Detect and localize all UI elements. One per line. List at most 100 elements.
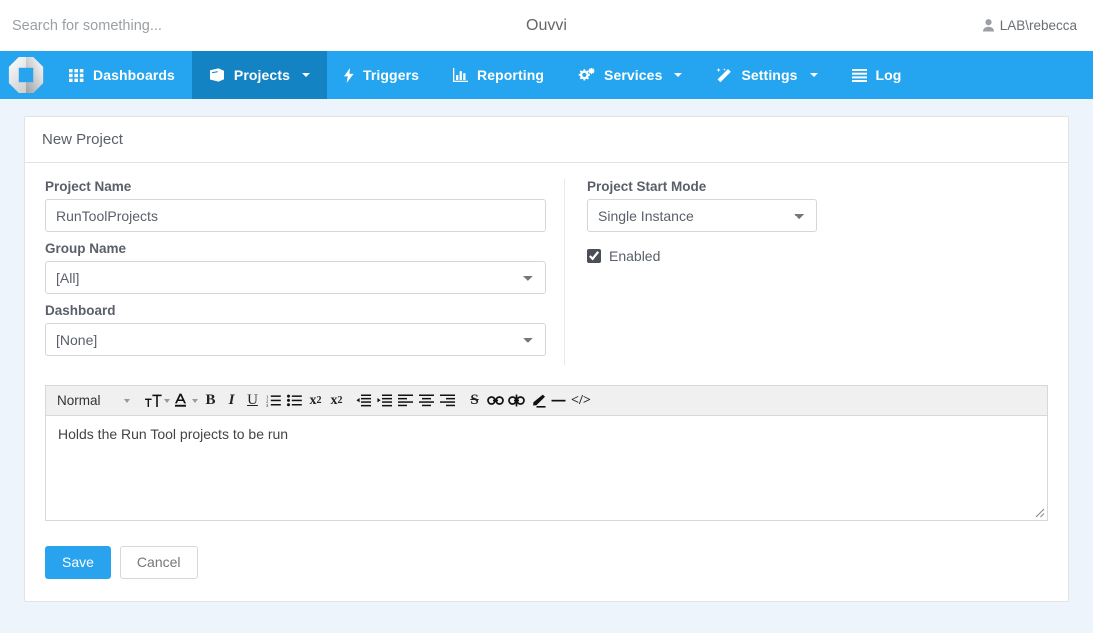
form-columns: Project Name Group Name [All] Dashboard … [45,179,1048,365]
dashboard-select[interactable]: [None] [45,323,546,356]
align-left-icon [398,394,413,407]
code-view-button[interactable]: </> [569,388,593,413]
align-center-icon [419,394,434,407]
group-name-select[interactable]: [All] [45,261,546,294]
field-start-mode: Project Start Mode Single Instance [587,179,1048,232]
font-size-button[interactable] [143,388,172,413]
unordered-list-icon [287,394,302,407]
chevron-down-icon [674,73,683,77]
start-mode-select[interactable]: Single Instance [587,199,817,232]
user-name: LAB\rebecca [999,18,1077,33]
nav-label-reporting: Reporting [477,67,545,83]
text-color-icon [175,393,186,407]
grid-icon [69,68,84,82]
link-button[interactable] [485,388,506,413]
strikethrough-button[interactable]: S [464,388,485,413]
nav-item-settings[interactable]: Settings [699,51,834,99]
horizontal-rule-button[interactable] [548,388,569,413]
nav-label-dashboards: Dashboards [93,67,175,83]
italic-button[interactable]: I [221,388,242,413]
panel-title: New Project [25,117,1068,163]
bar-chart-icon [453,68,469,82]
project-name-label: Project Name [45,179,132,194]
outdent-button[interactable] [353,388,374,413]
paragraph-style-caret[interactable] [116,388,137,413]
nav-label-services: Services [604,67,663,83]
magic-wand-icon [717,67,732,82]
top-bar: Ouvvi LAB\rebecca [0,0,1093,51]
brand-logo[interactable] [0,51,52,99]
paragraph-style-dropdown[interactable]: Normal [52,388,116,413]
nav-label-projects: Projects [233,67,290,83]
save-button[interactable]: Save [45,546,111,580]
cancel-button[interactable]: Cancel [119,546,198,580]
description-textarea[interactable]: Holds the Run Tool projects to be run [45,416,1048,521]
svg-text:3: 3 [266,403,269,407]
ouvvi-logo-icon [8,57,44,93]
ordered-list-button[interactable]: 1 2 3 [263,388,284,413]
content-area: New Project Project Name Group Name [All… [0,99,1093,603]
book-icon [209,68,224,82]
align-right-button[interactable] [437,388,458,413]
unordered-list-button[interactable] [284,388,305,413]
ordered-list-icon: 1 2 3 [266,394,281,407]
editor-toolbar: Normal B I U 1 2 3 x 2 x 2 S </> [45,385,1048,416]
field-dashboard: Dashboard [None] [45,303,546,356]
chevron-down-icon [809,73,818,77]
chevron-down-icon [301,73,310,77]
form-column-left: Project Name Group Name [All] Dashboard … [45,179,565,365]
nav-item-dashboards[interactable]: Dashboards [52,51,192,99]
dashboard-label: Dashboard [45,303,116,318]
font-size-icon [145,394,162,407]
paragraph-style-label: Normal [57,393,101,408]
nav-item-reporting[interactable]: Reporting [436,51,561,99]
user-menu[interactable]: LAB\rebecca [982,18,1077,33]
indent-icon [377,394,392,407]
project-name-input[interactable] [45,199,546,232]
align-center-button[interactable] [416,388,437,413]
align-right-icon [440,394,455,407]
bold-button[interactable]: B [200,388,221,413]
highlight-pen-icon [532,394,545,408]
nav-label-log: Log [875,67,902,83]
highlight-pen-button[interactable] [527,388,548,413]
unlink-icon [508,394,525,407]
group-name-label: Group Name [45,241,127,256]
field-project-name: Project Name [45,179,546,232]
bolt-icon [343,67,354,83]
link-icon [487,396,504,405]
text-color-button[interactable] [172,388,200,413]
search-input[interactable] [0,3,330,48]
subscript-button[interactable]: x2 [305,388,326,413]
description-editor: Normal B I U 1 2 3 x 2 x 2 S </> Holds t… [45,385,1048,521]
panel-body: Project Name Group Name [All] Dashboard … [25,163,1068,601]
indent-button[interactable] [374,388,395,413]
chevron-down-icon [123,398,130,403]
nav-item-triggers[interactable]: Triggers [327,51,436,99]
form-column-right: Project Start Mode Single Instance Enabl… [565,179,1048,365]
unlink-button[interactable] [506,388,527,413]
align-left-button[interactable] [395,388,416,413]
field-group-name: Group Name [All] [45,241,546,294]
enabled-checkbox[interactable] [587,249,601,263]
nav-item-services[interactable]: Services [561,51,699,99]
nav-label-triggers: Triggers [362,67,420,83]
new-project-panel: New Project Project Name Group Name [All… [24,116,1069,603]
superscript-button[interactable]: x2 [326,388,347,413]
nav-item-log[interactable]: Log [835,51,919,99]
start-mode-label: Project Start Mode [587,179,707,194]
nav-item-projects[interactable]: Projects [191,51,327,99]
chevron-down-icon [164,398,170,403]
list-icon [851,68,867,82]
description-text: Holds the Run Tool projects to be run [58,426,289,442]
main-navigation: Dashboards Projects Triggers Reporting S… [0,51,1093,99]
cogs-icon [578,68,595,81]
resize-handle[interactable] [1031,504,1045,518]
form-actions: Save Cancel [45,546,1048,580]
nav-label-settings: Settings [741,67,798,83]
enabled-label: Enabled [609,248,661,264]
horizontal-rule-icon [551,399,566,402]
user-icon [982,19,994,32]
underline-button[interactable]: U [242,388,263,413]
enabled-row: Enabled [587,248,1048,264]
